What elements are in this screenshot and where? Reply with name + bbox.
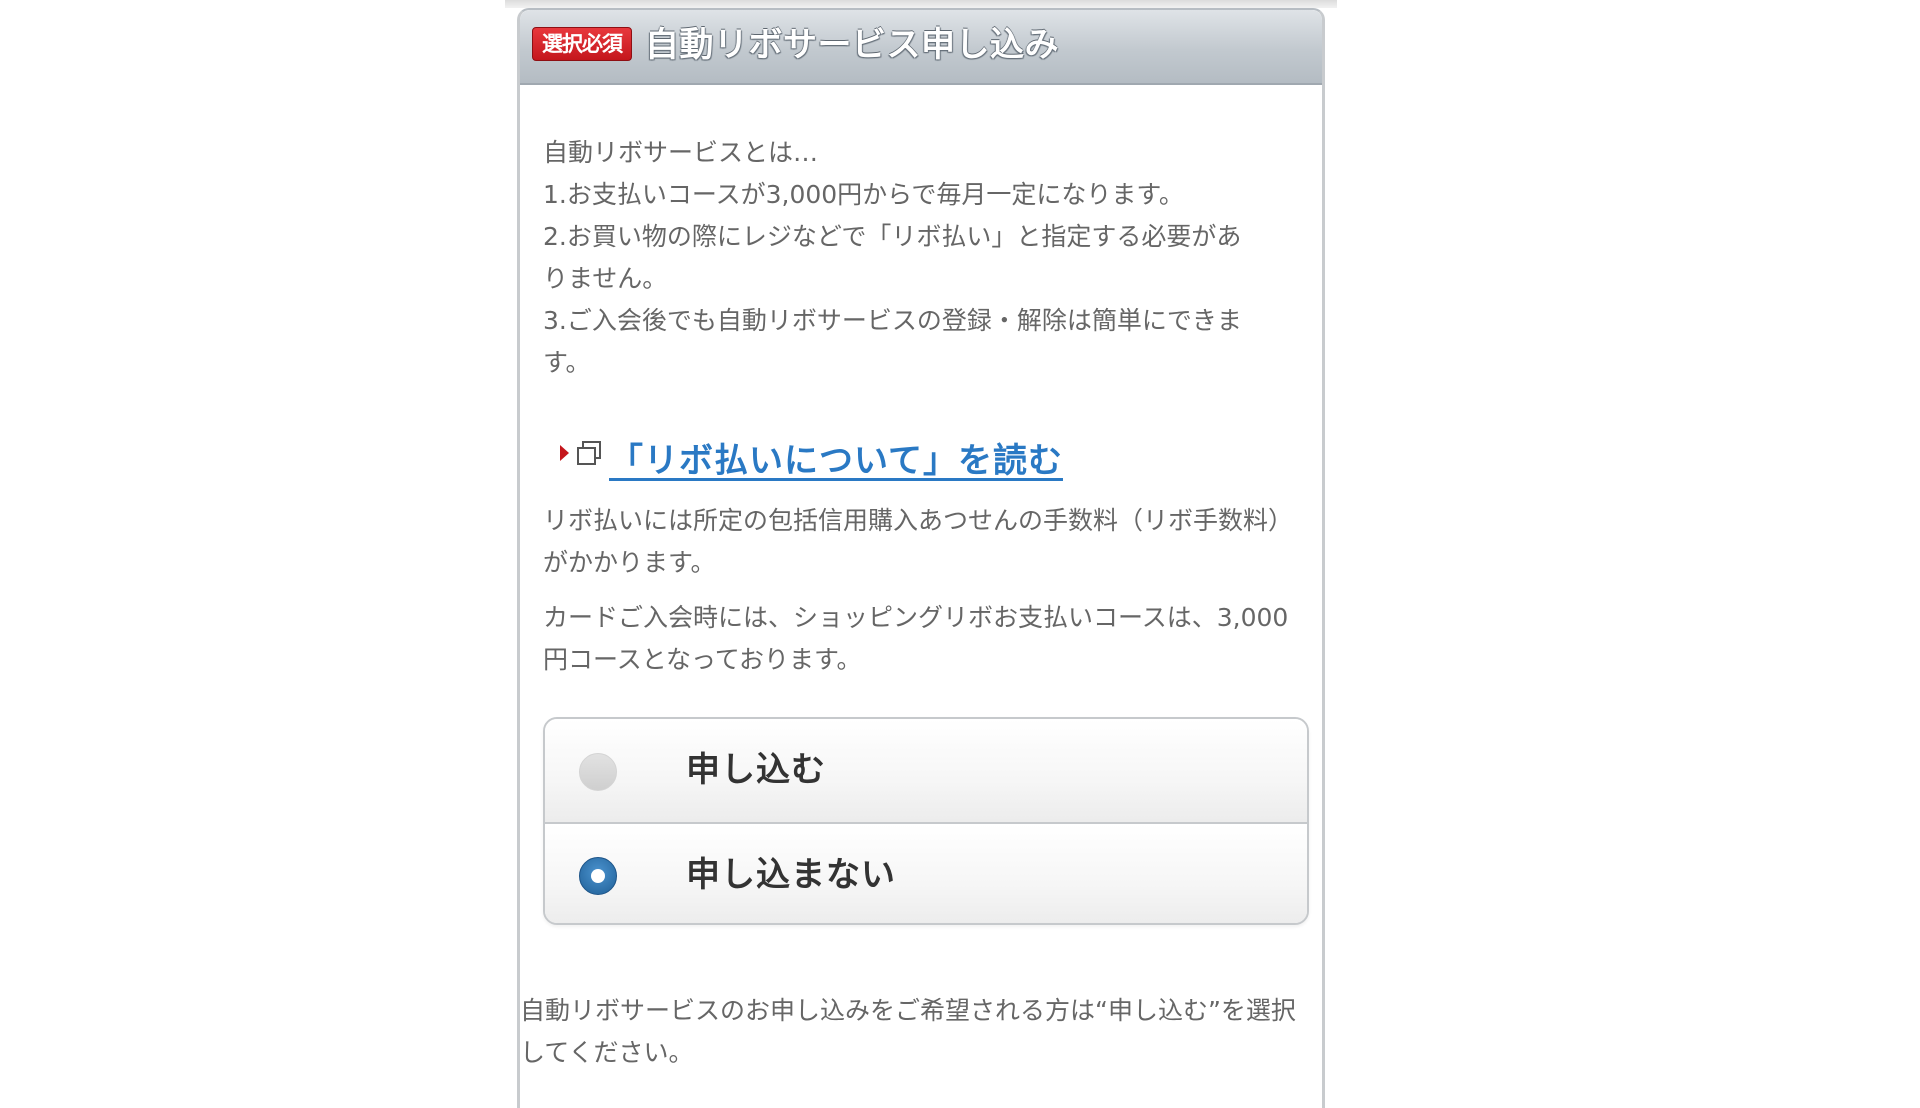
option-apply[interactable]: 申し込む: [545, 719, 1307, 822]
description-line: 2.お買い物の際にレジなどで「リボ払い」と指定する必要があ: [543, 222, 1242, 251]
description-line: す。: [543, 348, 591, 377]
radio-selected-icon[interactable]: [579, 857, 617, 895]
external-window-icon: [577, 441, 601, 465]
service-description: 自動リボサービスとは… 1.お支払いコースが3,000円からで毎月一定になります…: [543, 132, 1303, 384]
option-label: 申し込まない: [686, 855, 896, 895]
option-label: 申し込む: [686, 750, 826, 790]
footer-instruction: 自動リボサービスのお申し込みをご希望される方は“申し込む”を選択してください。: [520, 996, 1296, 1067]
revolving-info-link-row[interactable]: 「リボ払いについて」を読む: [560, 432, 1063, 482]
auto-revolving-panel: 選択必須 自動リボサービス申し込み 自動リボサービスとは… 1.お支払いコースが…: [517, 8, 1325, 1108]
description-line: 3.ご入会後でも自動リボサービスの登録・解除は簡単にできま: [543, 306, 1242, 335]
required-badge: 選択必須: [532, 27, 632, 61]
radio-unselected-icon[interactable]: [579, 753, 617, 791]
option-decline[interactable]: 申し込まない: [545, 822, 1307, 923]
revolving-info-link[interactable]: 「リボ払いについて」を読む: [609, 433, 1063, 482]
application-radio-group: 申し込む 申し込まない: [543, 717, 1309, 925]
section-title: 自動リボサービス申し込み: [645, 25, 1059, 65]
section-header: 選択必須 自動リボサービス申し込み: [520, 10, 1322, 85]
description-line: 自動リボサービスとは…: [543, 138, 819, 167]
top-edge: [505, 0, 1337, 8]
fee-note: リボ払いには所定の包括信用購入あつせんの手数料（リボ手数料）がかかります。: [543, 506, 1294, 577]
arrow-right-icon: [560, 445, 569, 461]
description-line: 1.お支払いコースが3,000円からで毎月一定になります。: [543, 180, 1184, 209]
description-line: りません。: [543, 264, 668, 293]
course-note: カードご入会時には、ショッピングリボお支払いコースは、3,000円コースとなって…: [543, 603, 1289, 674]
